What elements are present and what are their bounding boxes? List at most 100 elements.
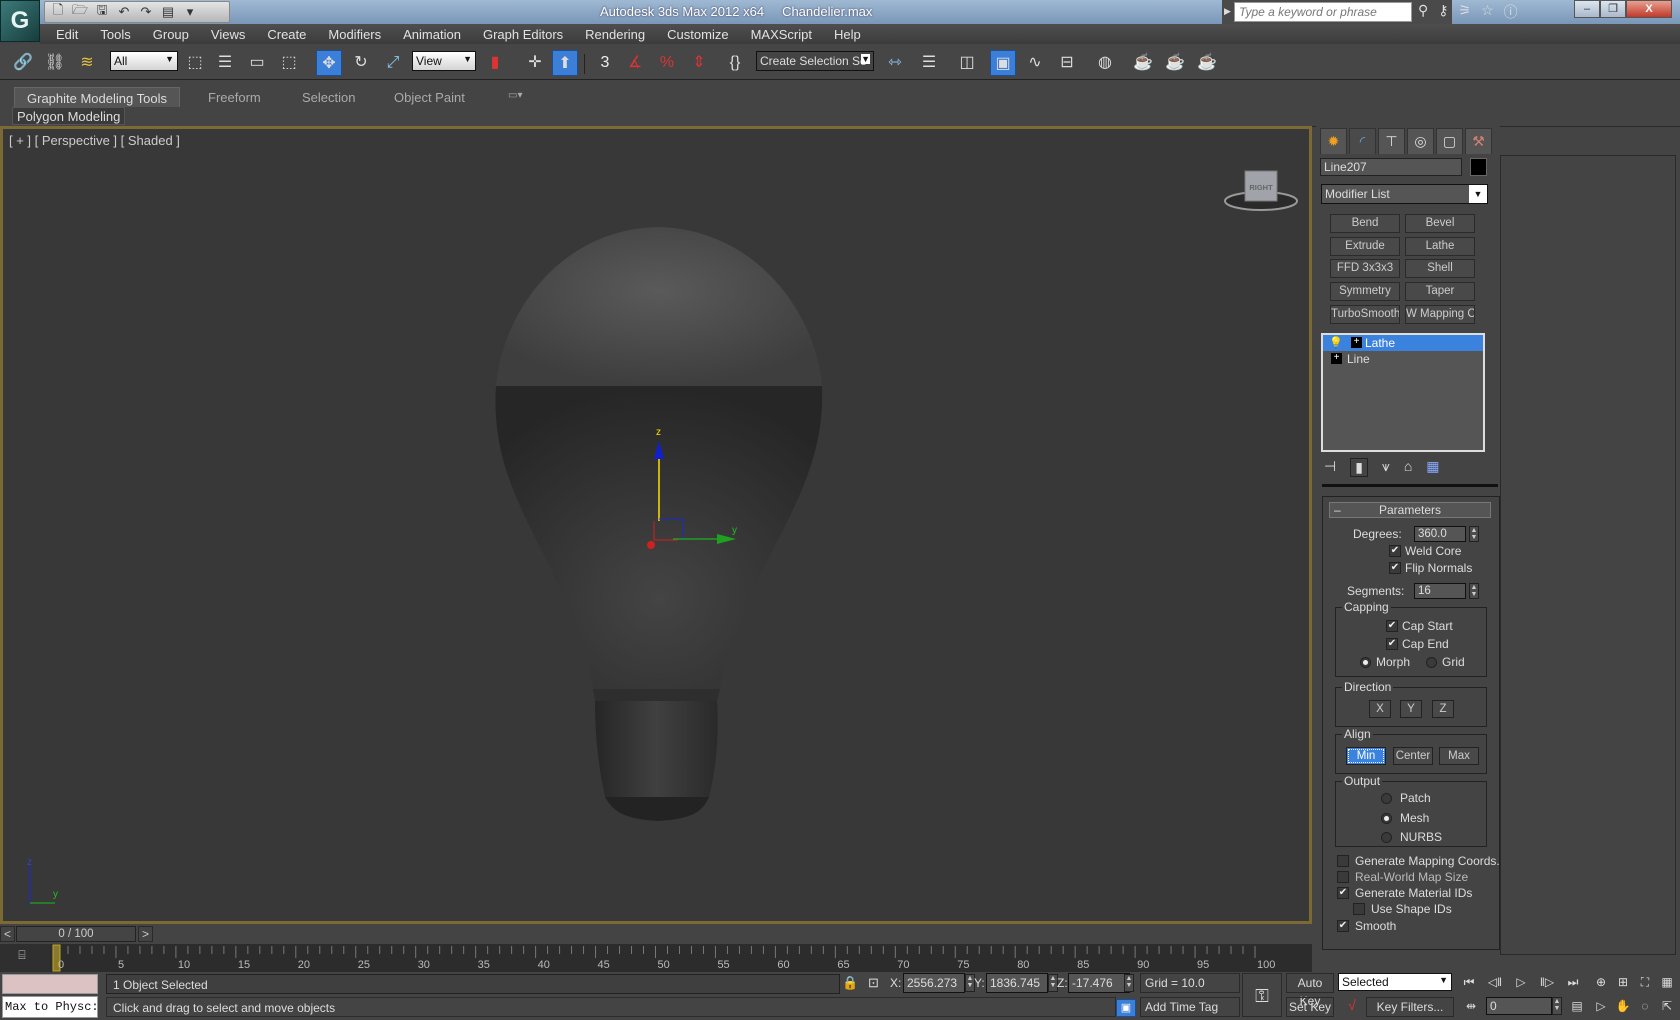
- z-spinner[interactable]: ▲▼: [1124, 974, 1134, 992]
- close-button[interactable]: X: [1626, 0, 1672, 18]
- menu-views[interactable]: Views: [211, 27, 245, 42]
- select-by-name-icon[interactable]: ☰: [212, 50, 238, 76]
- taper-button[interactable]: Taper: [1405, 282, 1475, 301]
- turbosmooth-button[interactable]: TurboSmooth: [1330, 305, 1400, 324]
- align-icon[interactable]: ☰: [916, 50, 942, 76]
- align-center-button[interactable]: Center: [1393, 747, 1433, 765]
- degrees-input[interactable]: 360.0: [1414, 526, 1466, 542]
- open-file-icon[interactable]: 🗁: [71, 1, 89, 23]
- expand-icon[interactable]: +: [1351, 337, 1362, 348]
- go-to-end-icon[interactable]: ⏭: [1562, 975, 1584, 990]
- go-to-start-icon[interactable]: ⏮: [1458, 975, 1480, 990]
- perspective-viewport[interactable]: [ + ] [ Perspective ] [ Shaded ] z: [0, 126, 1312, 924]
- polygon-modeling-panel[interactable]: Polygon Modeling: [12, 107, 125, 125]
- zoom-extents-icon[interactable]: ⛶: [1634, 975, 1656, 990]
- absolute-mode-icon[interactable]: ⊡: [868, 975, 879, 991]
- previous-key-icon[interactable]: ◁‖: [1484, 975, 1506, 989]
- mesh-radio[interactable]: [1381, 813, 1392, 824]
- lathe-button[interactable]: Lathe: [1405, 237, 1475, 256]
- configure-modifier-sets-icon[interactable]: ▦: [1426, 458, 1439, 477]
- cap-start-checkbox[interactable]: ✔: [1386, 620, 1398, 632]
- y-coordinate-field[interactable]: 1836.745: [986, 973, 1048, 993]
- time-configuration-icon[interactable]: ▤: [1566, 999, 1588, 1013]
- play-icon[interactable]: ▷: [1510, 975, 1532, 989]
- remove-modifier-icon[interactable]: ⌂: [1404, 458, 1412, 477]
- object-color-swatch[interactable]: [1470, 158, 1487, 176]
- grid-radio[interactable]: [1426, 657, 1437, 668]
- set-key-icon[interactable]: ⚿: [1242, 973, 1282, 1017]
- frame-spinner[interactable]: ▲▼: [1552, 997, 1562, 1015]
- align-min-button[interactable]: Min: [1346, 747, 1386, 765]
- key-mode-dropdown[interactable]: Selected▼: [1338, 973, 1452, 991]
- stack-item-lathe[interactable]: 💡 + Lathe: [1323, 335, 1483, 351]
- select-and-link-icon[interactable]: 🔗: [10, 50, 36, 76]
- keyboard-shortcut-override-icon[interactable]: ⬆: [552, 50, 578, 76]
- modifier-list-dropdown[interactable]: Modifier List▼: [1321, 184, 1488, 204]
- rectangular-selection-icon[interactable]: ▭: [244, 50, 270, 76]
- time-slider-thumb[interactable]: 0 / 100: [16, 926, 136, 942]
- edit-named-selection-icon[interactable]: {}: [722, 50, 748, 76]
- selection-lock-icon[interactable]: 🔒: [842, 975, 858, 991]
- zoom-all-icon[interactable]: ⊞: [1612, 975, 1634, 989]
- cap-end-checkbox[interactable]: ✔: [1386, 638, 1398, 650]
- render-production-icon[interactable]: ☕: [1194, 50, 1220, 76]
- current-frame-field[interactable]: 0: [1486, 997, 1552, 1015]
- undo-icon[interactable]: ↶: [115, 4, 133, 20]
- expand-icon[interactable]: +: [1331, 353, 1342, 364]
- symmetry-button[interactable]: Symmetry: [1330, 282, 1400, 301]
- segments-spinner[interactable]: ▲▼: [1469, 583, 1479, 599]
- viewcube[interactable]: RIGHT: [1221, 165, 1301, 215]
- star-icon[interactable]: ☆: [1481, 2, 1494, 22]
- tab-selection[interactable]: Selection: [290, 87, 367, 107]
- modify-tab[interactable]: ◜: [1349, 128, 1376, 154]
- auto-key-button[interactable]: Auto Key: [1286, 973, 1334, 993]
- ffd-button[interactable]: FFD 3x3x3: [1330, 259, 1400, 278]
- modifier-stack[interactable]: 💡 + Lathe + Line: [1321, 333, 1485, 452]
- menu-rendering[interactable]: Rendering: [585, 27, 645, 42]
- key-mode-toggle-icon[interactable]: ⇹: [1460, 999, 1482, 1013]
- next-frame-button[interactable]: >: [138, 926, 153, 942]
- previous-frame-button[interactable]: <: [0, 926, 15, 942]
- search-input[interactable]: Type a keyword or phrase: [1234, 2, 1412, 22]
- direction-z-button[interactable]: Z: [1432, 700, 1454, 718]
- menu-maxscript[interactable]: MAXScript: [751, 27, 812, 42]
- tab-graphite-modeling-tools[interactable]: Graphite Modeling Tools: [14, 87, 180, 107]
- bevel-button[interactable]: Bevel: [1405, 214, 1475, 233]
- select-and-scale-icon[interactable]: ⤢: [380, 50, 406, 76]
- pan-view-icon[interactable]: ✋: [1612, 999, 1634, 1013]
- unlink-icon[interactable]: ⛓: [42, 50, 68, 76]
- select-object-icon[interactable]: ⬚: [182, 50, 208, 76]
- segments-input[interactable]: 16: [1414, 583, 1466, 599]
- smooth-checkbox[interactable]: ✔: [1337, 920, 1349, 932]
- graphite-toggle-icon[interactable]: ▣: [990, 50, 1016, 76]
- menu-animation[interactable]: Animation: [403, 27, 461, 42]
- real-world-checkbox[interactable]: [1337, 871, 1349, 883]
- direction-y-button[interactable]: Y: [1400, 700, 1422, 718]
- gen-mapping-checkbox[interactable]: [1337, 855, 1349, 867]
- parameters-rollout-header[interactable]: –Parameters: [1329, 502, 1491, 518]
- field-of-view-icon[interactable]: ▷: [1590, 999, 1612, 1013]
- key-filters-button[interactable]: Key Filters...: [1366, 997, 1454, 1017]
- new-file-icon[interactable]: 🗋: [49, 1, 67, 23]
- pin-stack-icon[interactable]: ⊣: [1324, 458, 1336, 477]
- object-name-field[interactable]: Line207: [1320, 158, 1462, 176]
- menu-modifiers[interactable]: Modifiers: [328, 27, 381, 42]
- time-tag-icon[interactable]: ▣: [1116, 999, 1136, 1017]
- mini-curve-editor-icon[interactable]: ⌸: [8, 948, 36, 968]
- snaps-toggle-icon[interactable]: 3: [592, 50, 618, 76]
- spinner-snap-icon[interactable]: ⇕: [686, 50, 712, 76]
- x-coordinate-field[interactable]: 2556.273: [903, 973, 965, 993]
- uvw-mapping-clear-button[interactable]: W Mapping Cle: [1405, 305, 1475, 324]
- z-coordinate-field[interactable]: -17.476: [1068, 973, 1130, 993]
- window-crossing-icon[interactable]: ⬚: [276, 50, 302, 76]
- show-end-result-icon[interactable]: ▮: [1350, 458, 1368, 477]
- nurbs-radio[interactable]: [1381, 832, 1392, 843]
- set-key-button[interactable]: Set Key: [1286, 997, 1334, 1017]
- motion-tab[interactable]: ◎: [1407, 128, 1434, 154]
- align-max-button[interactable]: Max: [1439, 747, 1479, 765]
- rendered-frame-window-icon[interactable]: ☕: [1162, 50, 1188, 76]
- shell-button[interactable]: Shell: [1405, 259, 1475, 278]
- morph-radio[interactable]: [1360, 657, 1371, 668]
- menu-group[interactable]: Group: [153, 27, 189, 42]
- maximize-viewport-icon[interactable]: ⇱: [1656, 999, 1678, 1013]
